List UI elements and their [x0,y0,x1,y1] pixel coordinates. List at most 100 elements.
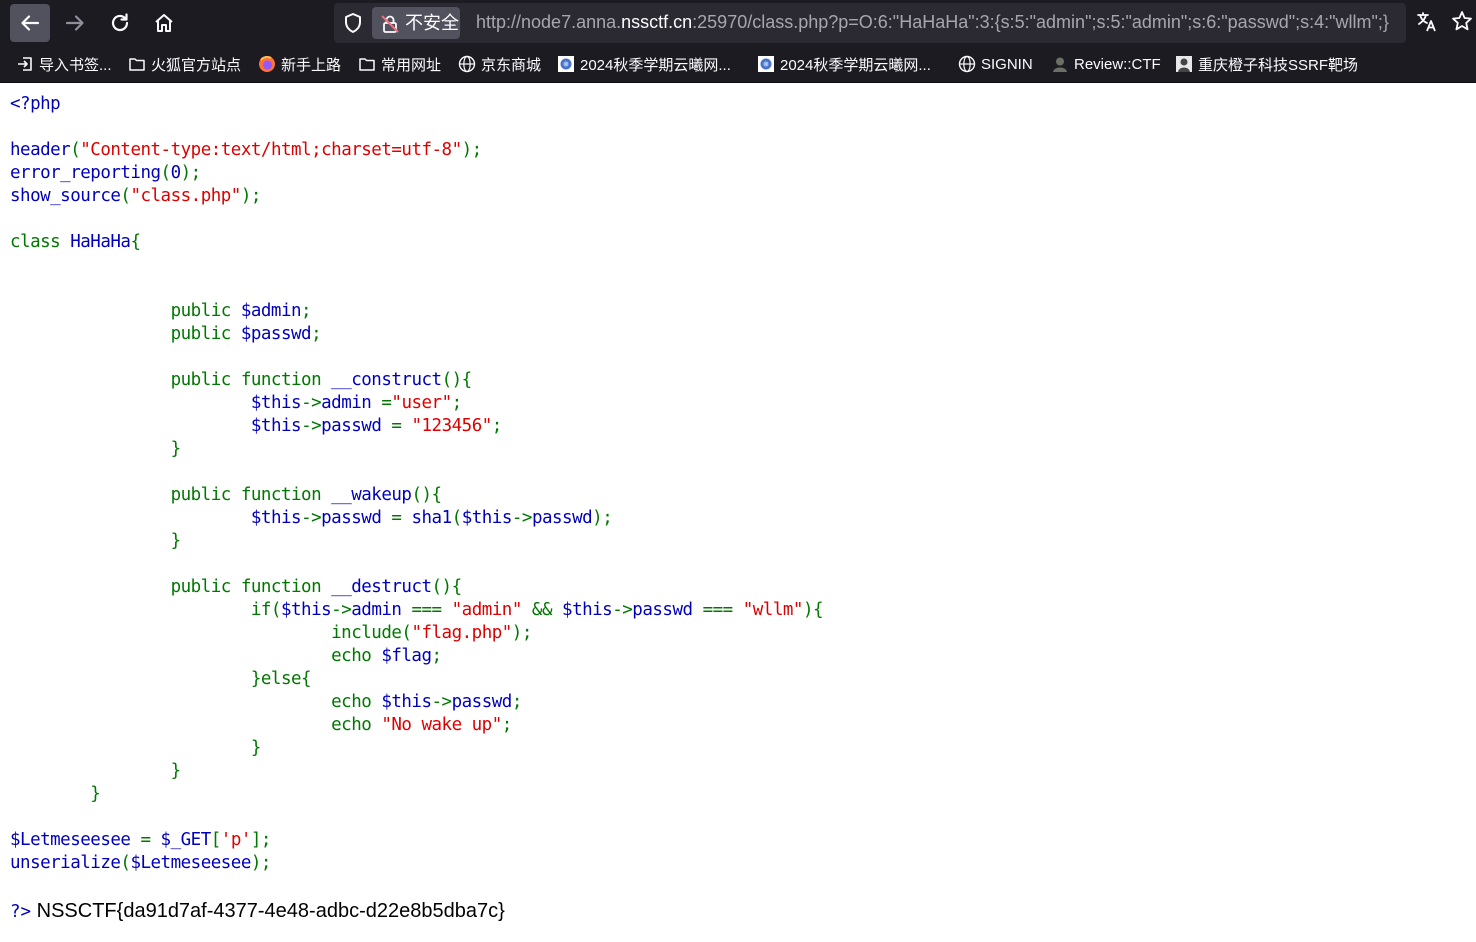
reload-icon [111,13,129,32]
code-token: echo [10,715,382,735]
code-token: 'p' [220,830,252,850]
code-token: public [10,301,241,321]
star-icon[interactable] [1451,10,1473,32]
code-token: "123456" [411,416,492,436]
code-token: } [10,761,182,781]
bookmark-label: Review::CTF [1074,55,1161,73]
code-token: (){ [431,577,463,597]
code-token: $admin [240,301,302,321]
code-line: $this->passwd = "123456"; [10,416,502,436]
bookmark-import[interactable]: 导入书签... [16,54,112,74]
bookmark-label: 2024秋季学期云曦网... [580,56,731,74]
bookmark-signin[interactable]: SIGNIN [958,54,1033,74]
address-bar[interactable]: 不安全 http://node7.anna.nssctf.cn:25970/cl… [334,3,1406,43]
bookmark-jd[interactable]: 京东商城 [458,54,541,74]
code-line: <?php [10,94,61,114]
code-token: [ [210,830,222,850]
code-token: $this [280,600,332,620]
code-token: "user" [391,393,452,413]
code-token: } [10,784,101,804]
code-token: -> [301,393,322,413]
code-token: <?php [10,94,61,114]
bookmark-getting-started[interactable]: 新手上路 [258,54,341,74]
code-token: -> [301,508,322,528]
code-line: show_source("class.php"); [10,186,261,206]
php-source-code: <?php header("Content-type:text/html;cha… [10,93,824,898]
code-token: -> [511,508,533,528]
code-token: ; [501,715,513,735]
code-token: $this [461,508,513,528]
bookmark-yunxi-2[interactable]: 2024秋季学期云曦网... [757,54,931,74]
code-line: include("flag.php"); [10,623,532,643]
url-prefix: http://node7.anna. [476,12,622,32]
code-token: passwd [632,600,703,620]
avatar-icon [1175,55,1193,73]
code-token: -> [331,600,352,620]
code-token: __destruct [331,577,432,597]
code-token: }else{ [10,669,312,689]
code-token: $this [250,416,302,436]
insecure-connection-button[interactable]: 不安全 [372,7,460,39]
code-token: "flag.php" [411,623,512,643]
shield-icon[interactable] [342,12,364,34]
bookmark-label: SIGNIN [981,55,1033,73]
code-token: ); [592,508,613,528]
code-line: class HaHaHa{ [10,232,141,252]
code-line: $Letmeseesee = $_GET['p']; [10,830,271,850]
code-token: ); [240,186,262,206]
code-line: } [10,738,262,758]
code-token: ]; [250,830,272,850]
code-line: echo $this->passwd; [10,692,522,712]
code-token: (){ [411,485,442,505]
code-token: (){ [441,370,473,390]
code-line: public $passwd; [10,324,322,344]
insecure-lock-icon [381,15,399,33]
code-line: } [10,439,182,459]
back-button[interactable] [10,4,50,42]
code-token: } [10,738,262,758]
bookmark-label: 导入书签... [39,56,112,74]
security-label: 不安全 [405,13,459,33]
translate-icon[interactable] [1416,11,1438,33]
url-host: nssctf.cn [621,12,693,32]
bookmark-folder-common[interactable]: 常用网址 [358,54,441,74]
bookmark-folder-firefox[interactable]: 火狐官方站点 [128,54,241,74]
bookmark-label: 京东商城 [481,56,542,74]
code-token: ; [451,393,463,413]
forward-arrow-icon [65,15,84,31]
reload-button[interactable] [100,4,140,42]
code-token: passwd [321,508,392,528]
bookmark-yunxi-1[interactable]: 2024秋季学期云曦网... [557,54,731,74]
code-line: $this->passwd = sha1($this->passwd); [10,508,613,528]
code-token: passwd [451,692,513,712]
code-token: public [10,324,241,344]
site-icon [557,55,575,73]
code-token: ; [301,301,312,321]
bookmark-review-ctf[interactable]: Review::CTF [1051,54,1161,74]
code-token: $this [250,393,302,413]
code-token: ); [180,163,202,183]
home-button[interactable] [144,4,184,42]
code-token: show_source [10,186,121,206]
code-token: $_GET [160,830,212,850]
forward-button[interactable] [55,4,95,42]
code-token: ; [311,324,322,344]
code-line: }else{ [10,669,312,689]
code-token: ( [160,163,172,183]
bookmark-ssrf-range[interactable]: 重庆橙子科技SSRF靶场 [1175,54,1358,74]
code-token: ; [511,692,523,712]
url-text[interactable]: http://node7.anna.nssctf.cn:25970/class.… [476,11,1401,33]
code-token: __wakeup [331,485,412,505]
code-token: "admin" [451,600,532,620]
code-token: { [130,232,141,252]
code-token: "No wake up" [381,715,502,735]
code-token: sha1 [411,508,452,528]
code-token: ( [70,140,81,160]
code-line: $this->admin ="user"; [10,393,462,413]
code-token: __construct [331,370,442,390]
import-icon [16,55,34,73]
code-token: passwd [531,508,593,528]
